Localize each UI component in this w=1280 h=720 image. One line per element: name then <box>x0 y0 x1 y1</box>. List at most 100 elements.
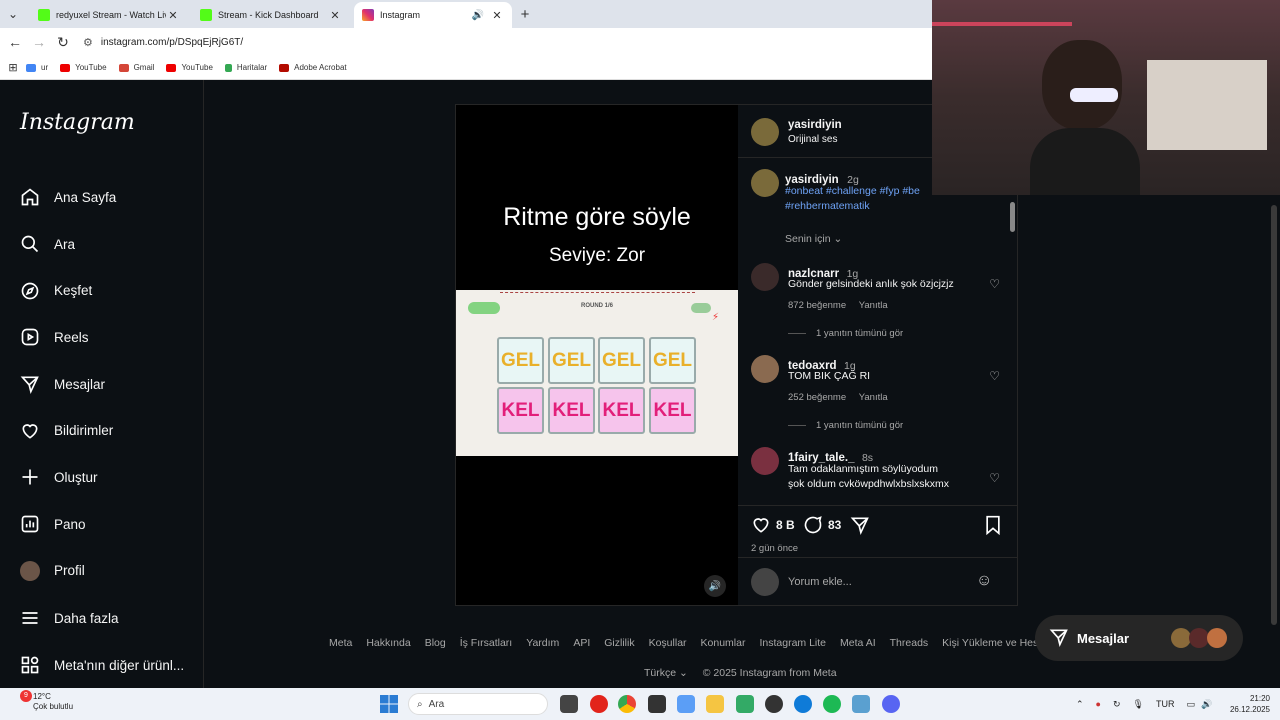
sidebar-item-profile[interactable]: Profil <box>0 548 204 595</box>
sync-icon[interactable]: ↻ <box>1113 699 1121 710</box>
footer-link[interactable]: Threads <box>890 637 929 649</box>
back-icon[interactable]: ← <box>3 34 27 50</box>
comment-likes[interactable]: 872 beğenme <box>788 300 846 311</box>
footer-link[interactable]: Gizlilik <box>604 637 634 649</box>
chevron-up-icon[interactable]: ⌃ <box>1076 699 1084 710</box>
sidebar-item-reels[interactable]: Reels <box>0 314 204 361</box>
app-icon[interactable] <box>648 695 666 713</box>
bookmark-acrobat[interactable]: Adobe Acrobat <box>279 63 347 72</box>
task-view-icon[interactable] <box>560 695 578 713</box>
reply-button[interactable]: Yanıtla <box>859 392 888 403</box>
bookmark-gmail[interactable]: Gmail <box>118 63 154 72</box>
bookmark-maps[interactable]: Haritalar <box>224 63 267 72</box>
footer-link[interactable]: Koşullar <box>649 637 687 649</box>
volume-icon[interactable]: 🔊 <box>1201 699 1212 710</box>
commenter-avatar[interactable] <box>751 447 779 475</box>
author-username[interactable]: yasirdiyin <box>788 119 842 131</box>
speaker-icon[interactable]: 🔊 <box>472 10 484 21</box>
bookmark-youtube[interactable]: YouTube <box>60 63 107 72</box>
share-icon[interactable] <box>850 515 870 540</box>
view-replies-button[interactable]: 1 yanıtın tümünü gör <box>788 420 903 431</box>
page-scrollbar[interactable] <box>1268 195 1280 639</box>
like-icon[interactable] <box>751 515 771 540</box>
tab-search-button[interactable]: ⌄ <box>0 0 26 28</box>
sidebar-item-more[interactable]: Daha fazla <box>0 595 204 642</box>
footer-link[interactable]: Blog <box>425 637 446 649</box>
bookmark-google[interactable]: ur <box>26 63 48 72</box>
emoji-icon[interactable]: ☺ <box>976 572 992 590</box>
sidebar-item-explore[interactable]: Keşfet <box>0 267 204 314</box>
reel-video[interactable]: Ritme göre söyle Seviye: Zor ROUND 1/6 ⚡… <box>456 105 738 605</box>
comment-count[interactable]: 83 <box>828 518 841 532</box>
copilot-icon[interactable] <box>677 695 695 713</box>
footer-link[interactable]: Meta <box>329 637 352 649</box>
sidebar-item-messages[interactable]: Mesajlar <box>0 361 204 408</box>
snipping-tool-icon[interactable] <box>736 695 754 713</box>
browser-tab-3[interactable]: Instagram 🔊 ✕ <box>354 2 512 28</box>
author-avatar[interactable] <box>751 118 779 146</box>
like-comment-icon[interactable]: ♡ <box>989 369 1000 383</box>
close-icon[interactable]: ✕ <box>328 9 342 22</box>
commenter-avatar[interactable] <box>751 355 779 383</box>
chrome-icon[interactable] <box>618 695 636 713</box>
bookmark-youtube-2[interactable]: YouTube <box>166 63 213 72</box>
footer-link[interactable]: İş Fırsatları <box>460 637 513 649</box>
close-icon[interactable]: ✕ <box>166 9 180 22</box>
sidebar-item-meta-apps[interactable]: Meta'nın diğer ürünl... <box>0 642 204 689</box>
site-info-icon[interactable]: ⚙ <box>83 36 93 49</box>
sidebar-item-dashboard[interactable]: Pano <box>0 501 204 548</box>
caption-hashtags-2[interactable]: #rehbermatematik <box>785 200 870 212</box>
like-comment-icon[interactable]: ♡ <box>989 471 1000 485</box>
edge-icon[interactable] <box>794 695 812 713</box>
antivirus-icon[interactable]: ● <box>1096 699 1101 709</box>
reload-icon[interactable]: ↻ <box>51 34 75 51</box>
sidebar-item-create[interactable]: Oluştur <box>0 454 204 501</box>
footer-link[interactable]: Instagram Lite <box>759 637 826 649</box>
sidebar-item-notifications[interactable]: Bildirimler <box>0 407 204 454</box>
caption-hashtags[interactable]: #onbeat #challenge #fyp #be <box>785 185 920 197</box>
reply-button[interactable]: Yanıtla <box>859 300 888 311</box>
sidebar-item-search[interactable]: Ara <box>0 221 204 268</box>
author-avatar[interactable] <box>751 169 779 197</box>
network-icon[interactable]: ▭ <box>1186 699 1195 710</box>
comment-icon[interactable] <box>803 515 823 540</box>
sidebar-item-home[interactable]: Ana Sayfa <box>0 174 204 221</box>
scrollbar-thumb[interactable] <box>1271 205 1277 625</box>
weather-widget[interactable]: 9 12°C Çok bulutlu <box>10 690 73 712</box>
view-replies-button[interactable]: 1 yanıtın tümünü gör <box>788 328 903 339</box>
like-comment-icon[interactable]: ♡ <box>989 277 1000 291</box>
for-you-dropdown[interactable]: Senin için ⌄ <box>785 233 842 245</box>
taskbar-search[interactable]: ⌕ Ara <box>408 693 548 715</box>
close-icon[interactable]: ✕ <box>490 9 504 22</box>
comment-likes[interactable]: 252 beğenme <box>788 392 846 403</box>
taskbar-clock[interactable]: 21:20 26.12.2025 <box>1228 693 1270 715</box>
obs-icon[interactable] <box>765 695 783 713</box>
scrollbar-thumb[interactable] <box>1010 202 1015 232</box>
microphone-icon[interactable]: 🎙 <box>1133 699 1144 710</box>
windows-start-icon[interactable] <box>380 695 398 713</box>
bookmark-icon[interactable] <box>984 515 1002 540</box>
commenter-avatar[interactable] <box>751 263 779 291</box>
apps-grid-icon[interactable]: ⊞ <box>0 61 26 74</box>
comment-input[interactable]: Yorum ekle... <box>788 576 852 588</box>
language-select[interactable]: Türkçe ⌄ <box>644 667 688 679</box>
folder-icon[interactable] <box>706 695 724 713</box>
new-tab-button[interactable]: + <box>512 2 538 28</box>
footer-link[interactable]: Yardım <box>526 637 559 649</box>
footer-link[interactable]: API <box>573 637 590 649</box>
browser-tab-2[interactable]: Stream - Kick Dashboard ✕ <box>192 2 350 28</box>
url-field[interactable]: ⚙ instagram.com/p/DSpqEjRjG6T/ <box>83 31 924 53</box>
footer-link[interactable]: Meta AI <box>840 637 876 649</box>
footer-link[interactable]: Hakkında <box>366 637 410 649</box>
volume-button[interactable]: 🔊 <box>704 575 726 597</box>
language-indicator[interactable]: TUR <box>1156 699 1175 709</box>
messages-float-button[interactable]: Mesajlar <box>1035 615 1243 661</box>
browser-tab-1[interactable]: redyuxel Stream - Watch Live o ✕ <box>30 2 188 28</box>
audio-label[interactable]: Orijinal ses <box>788 134 837 145</box>
spotify-icon[interactable] <box>823 695 841 713</box>
comments-scrollbar[interactable] <box>1009 197 1016 493</box>
discord-icon[interactable] <box>882 695 900 713</box>
opera-icon[interactable] <box>590 695 608 713</box>
settings-icon[interactable] <box>852 695 870 713</box>
like-count[interactable]: 8 B <box>776 518 795 532</box>
